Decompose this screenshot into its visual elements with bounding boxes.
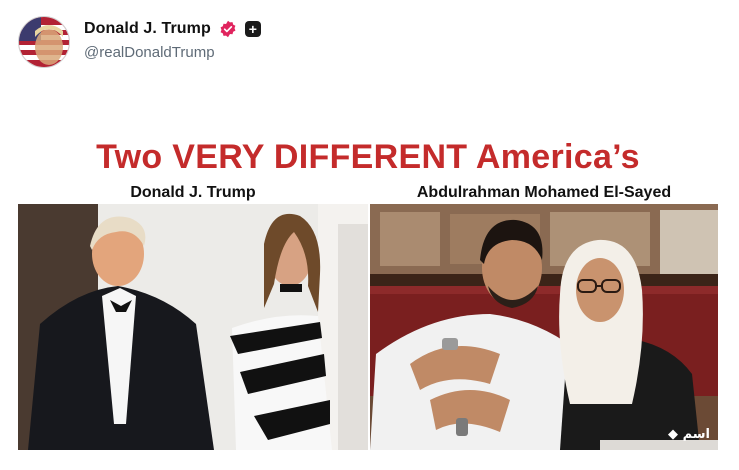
meme-title: Two VERY DIFFERENT America’s	[96, 138, 640, 176]
left-caption: Donald J. Trump	[130, 184, 256, 201]
right-caption: Abdulrahman Mohamed El-Sayed	[416, 184, 672, 201]
plus-badge-icon: +	[244, 21, 261, 37]
right-photo: ◆ اسم	[370, 204, 718, 450]
post-image[interactable]: Two VERY DIFFERENT America’s Donald J. T…	[18, 118, 718, 456]
author-block: Donald J. Trump + @realDonaldTrump	[84, 20, 261, 61]
author-handle[interactable]: @realDonaldTrump	[84, 44, 261, 61]
verified-badge-icon	[219, 20, 237, 38]
watermark-logo: ◆ اسم	[668, 427, 710, 442]
left-photo	[18, 204, 368, 450]
post-header: Donald J. Trump + @realDonaldTrump	[18, 14, 718, 74]
avatar[interactable]	[18, 16, 70, 68]
author-name[interactable]: Donald J. Trump	[84, 20, 211, 38]
